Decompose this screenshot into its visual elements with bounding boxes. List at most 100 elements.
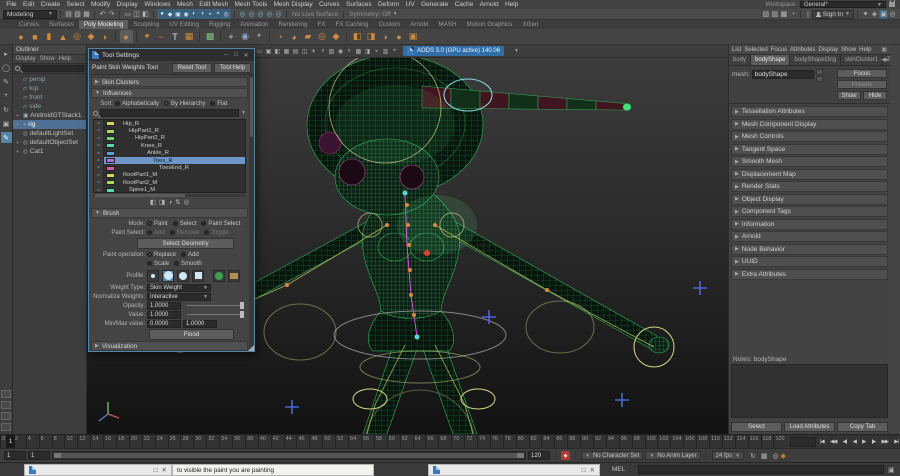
list-node-button[interactable] bbox=[816, 76, 823, 82]
playback-button-4[interactable]: ▶ bbox=[862, 439, 865, 445]
timeline-frame-42[interactable]: 42 bbox=[271, 435, 284, 448]
influence-tool-icon-2[interactable]: ◑ bbox=[168, 199, 172, 206]
tool-icon-0[interactable]: ▸ bbox=[1, 48, 12, 59]
viewport-toolbar-icon-6[interactable]: ☀ bbox=[309, 47, 318, 56]
menu-set-dropdown[interactable]: Modeling ▼ bbox=[3, 10, 57, 19]
menu-generate[interactable]: Generate bbox=[418, 0, 451, 9]
timeline-frame-48[interactable]: 48 bbox=[309, 435, 322, 448]
focus-button[interactable]: Focus bbox=[837, 69, 887, 78]
timeline-frame-62[interactable]: 62 bbox=[400, 435, 413, 448]
ae-tab-body[interactable]: body bbox=[729, 55, 751, 65]
command-line-input[interactable] bbox=[638, 465, 884, 474]
value-field[interactable]: 1.0000 bbox=[147, 311, 181, 319]
layout-button-3[interactable] bbox=[1, 423, 11, 431]
shelf-icon-23[interactable]: ▰ bbox=[302, 30, 315, 43]
influence-toggle[interactable]: w bbox=[94, 179, 104, 186]
outliner-item-defaultlightset[interactable]: ◎defaultLightSet bbox=[13, 129, 86, 138]
viewport-toolbar-icon-5[interactable]: ◫ bbox=[300, 47, 309, 56]
timeline-frame-32[interactable]: 32 bbox=[206, 435, 219, 448]
timeline-frame-10[interactable]: 10 bbox=[64, 435, 77, 448]
mesh-name-field[interactable]: bodyShape bbox=[752, 70, 814, 79]
min-value-field[interactable]: 0.0000 bbox=[147, 320, 181, 328]
ae-section-render-stats[interactable]: ▶Render Stats bbox=[731, 181, 888, 192]
ae-menu-help[interactable]: Help bbox=[859, 47, 871, 53]
pause-icon[interactable]: || bbox=[804, 11, 811, 18]
animation-start-field[interactable]: 1 bbox=[4, 451, 26, 460]
time-slider[interactable]: 0246810121416182022242628303234363840424… bbox=[0, 434, 900, 448]
timeline-frame-28[interactable]: 28 bbox=[180, 435, 193, 448]
render-icon-2[interactable]: ▩ bbox=[779, 10, 788, 19]
layout-button-1[interactable] bbox=[1, 401, 11, 409]
render-icon-0[interactable]: ▧ bbox=[761, 10, 770, 19]
menu-select[interactable]: Select bbox=[63, 0, 87, 9]
timeline-frame-50[interactable]: 50 bbox=[322, 435, 335, 448]
timeline-frame-82[interactable]: 82 bbox=[529, 435, 542, 448]
outliner-menu-show[interactable]: Show bbox=[40, 56, 55, 62]
range-start-handle[interactable] bbox=[54, 453, 61, 458]
influence-toggle[interactable]: w bbox=[94, 135, 104, 142]
timeline-frame-4[interactable]: 4 bbox=[26, 435, 39, 448]
range-bar[interactable] bbox=[52, 451, 526, 460]
timeline-frame-20[interactable]: 20 bbox=[129, 435, 142, 448]
outliner-menu-help[interactable]: Help bbox=[59, 56, 71, 62]
ae-button-select[interactable]: Select bbox=[731, 422, 782, 432]
viewport-toolbar-icon-9[interactable]: ◉ bbox=[336, 47, 345, 56]
timeline-frame-22[interactable]: 22 bbox=[142, 435, 155, 448]
tool-help-button[interactable]: Tool Help bbox=[214, 63, 251, 73]
timeline-frame-96[interactable]: 96 bbox=[619, 435, 632, 448]
timeline-frame-78[interactable]: 78 bbox=[503, 435, 516, 448]
outliner-item-side[interactable]: ▱side bbox=[13, 102, 86, 111]
shelf-tab-surfaces[interactable]: Surfaces bbox=[44, 20, 79, 29]
viewport-toolbar-icon-11[interactable]: ▩ bbox=[354, 47, 363, 56]
ae-button-copy-tab[interactable]: Copy Tab bbox=[837, 422, 888, 432]
timeline-frame-6[interactable]: 6 bbox=[39, 435, 52, 448]
close-icon[interactable]: ✕ bbox=[590, 466, 595, 474]
timeline-frame-100[interactable]: 100 bbox=[645, 435, 658, 448]
value-slider[interactable] bbox=[187, 314, 244, 315]
range-option-icon-2[interactable]: ◎ bbox=[772, 452, 778, 460]
influence-tool-icon-0[interactable]: ◧ bbox=[150, 198, 156, 206]
profile-gaussian-icon[interactable] bbox=[147, 270, 159, 282]
shelf-tab-arnold[interactable]: Arnold bbox=[405, 20, 433, 29]
menu-file[interactable]: File bbox=[3, 0, 20, 9]
layout-button-0[interactable] bbox=[1, 390, 11, 398]
section-influences[interactable]: ▼ Influences bbox=[91, 88, 248, 98]
menu-edit[interactable]: Edit bbox=[20, 0, 38, 9]
timeline-frame-38[interactable]: 38 bbox=[245, 435, 258, 448]
workspace-dropdown[interactable]: General* ▼ bbox=[800, 1, 886, 8]
outliner-item-defaultobjectset[interactable]: +◎defaultObjectSet bbox=[13, 138, 86, 147]
shelf-icon-8[interactable]: ● bbox=[120, 30, 133, 43]
menu-windows[interactable]: Windows bbox=[141, 0, 174, 9]
paint-select-option-toggle[interactable]: Toggle bbox=[204, 230, 229, 236]
maximize-icon[interactable]: □ bbox=[154, 467, 158, 474]
profile-solid-icon[interactable] bbox=[177, 270, 189, 282]
ae-section-mesh-controls[interactable]: ▶Mesh Controls bbox=[731, 131, 888, 142]
selection-mask-icon-4[interactable]: ◐ bbox=[190, 10, 198, 19]
menu-cache[interactable]: Cache bbox=[451, 0, 476, 9]
timeline-frame-92[interactable]: 92 bbox=[593, 435, 606, 448]
playback-end-field[interactable]: 120 bbox=[528, 451, 550, 460]
timeline-frame-58[interactable]: 58 bbox=[374, 435, 387, 448]
menu-create[interactable]: Create bbox=[37, 0, 63, 9]
tool-icon-1[interactable]: ◯ bbox=[1, 62, 12, 73]
snap-icon-2[interactable]: ◎ bbox=[256, 10, 265, 19]
influence-row-toes-r[interactable]: wToes_R bbox=[94, 157, 245, 164]
playback-button-6[interactable]: ▶▶ bbox=[882, 439, 888, 445]
influence-row-hippart1-r[interactable]: wHipPart1_R bbox=[94, 127, 245, 134]
influence-search-input[interactable] bbox=[100, 109, 239, 117]
ae-section-smooth-mesh[interactable]: ▶Smooth Mesh bbox=[731, 156, 888, 167]
current-time-field[interactable] bbox=[790, 437, 816, 447]
timeline-frame-46[interactable]: 46 bbox=[296, 435, 309, 448]
shelf-icon-2[interactable]: ▮ bbox=[43, 30, 56, 43]
menu-mesh[interactable]: Mesh bbox=[174, 0, 196, 9]
window-scrollbar[interactable] bbox=[249, 75, 254, 351]
shelf-tab-mash[interactable]: MASH bbox=[433, 20, 461, 29]
shelf-tab-motion-graphics[interactable]: Motion Graphics bbox=[462, 20, 518, 29]
influence-list-scrollbar[interactable] bbox=[93, 194, 246, 197]
maximize-icon[interactable]: □ bbox=[582, 467, 586, 474]
select-mode-icon-1[interactable]: ◫ bbox=[132, 10, 141, 19]
selection-mask-icon-3[interactable]: ◉ bbox=[182, 10, 190, 19]
influence-row-ankle-r[interactable]: wAnkle_R bbox=[94, 150, 245, 157]
influence-row-rootpart1-m[interactable]: wRootPart1_M bbox=[94, 172, 245, 179]
selection-mask-icon-1[interactable]: ◆ bbox=[166, 10, 174, 19]
